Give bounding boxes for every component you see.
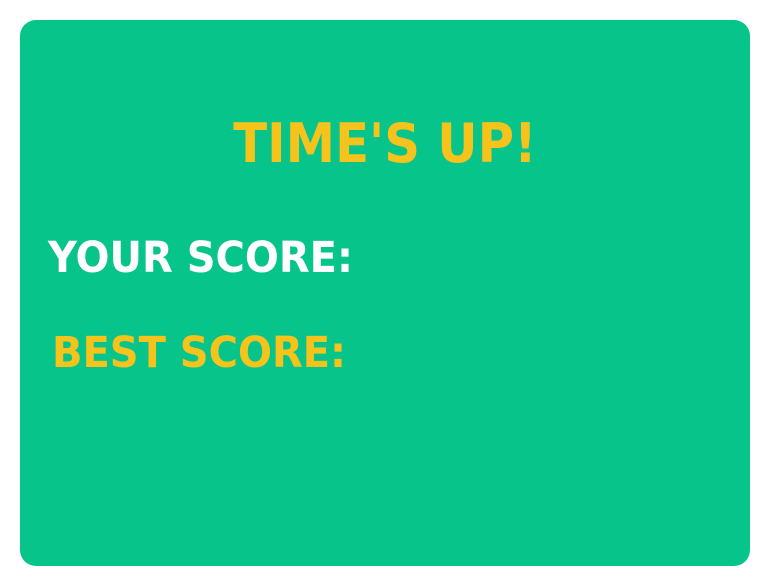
best-score-label: BEST SCORE: [52, 328, 347, 378]
your-score-label: YOUR SCORE: [48, 233, 353, 283]
times-up-title: TIME'S UP! [233, 112, 537, 175]
game-over-panel: TIME'S UP! YOUR SCORE: BEST SCORE: [20, 20, 750, 566]
